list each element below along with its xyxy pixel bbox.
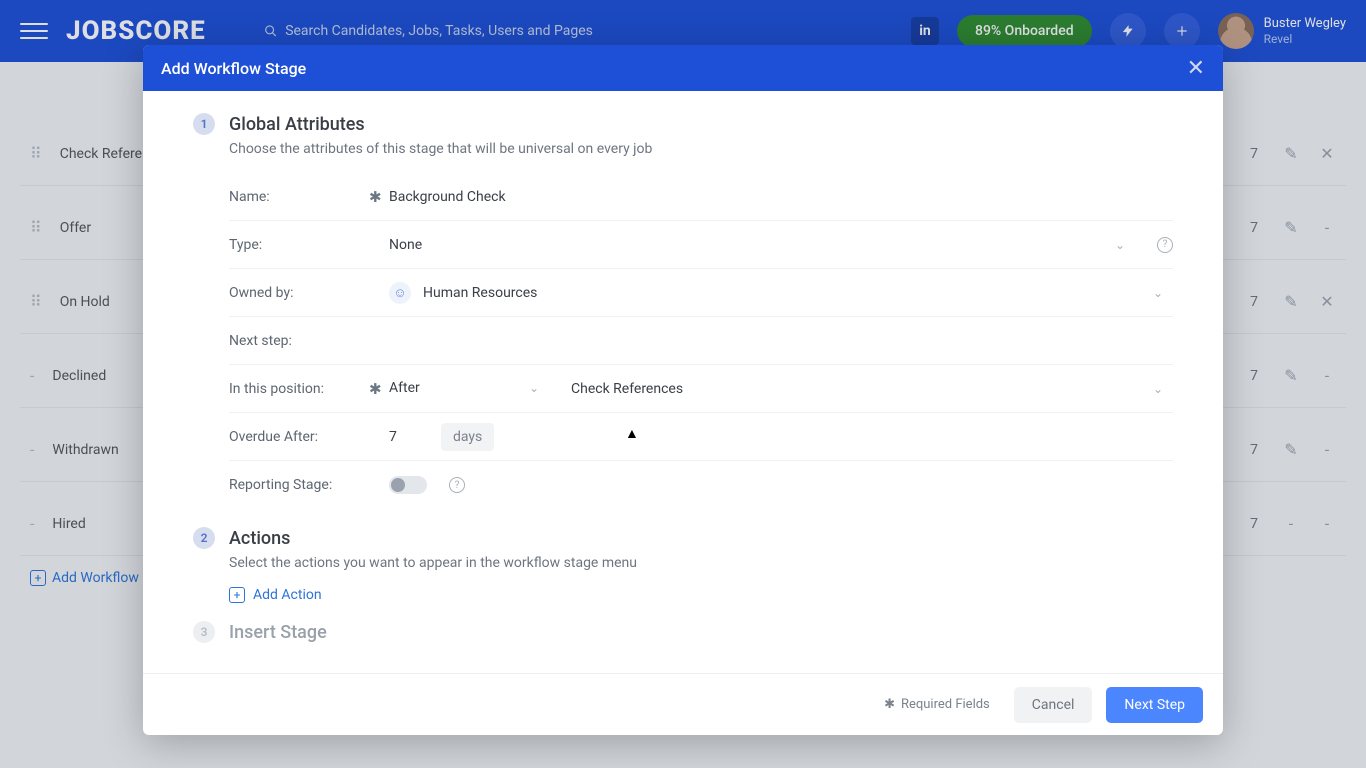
help-icon[interactable]: ? — [1157, 237, 1173, 253]
next-step-button[interactable]: Next Step — [1106, 687, 1203, 723]
chevron-down-icon: ⌄ — [1115, 238, 1125, 252]
required-marker: ✱ — [369, 188, 389, 206]
help-icon[interactable]: ? — [449, 477, 465, 493]
required-note: ✱Required Fields — [884, 697, 990, 712]
reporting-toggle[interactable] — [389, 476, 427, 494]
label-overdue: Overdue After: — [229, 429, 369, 445]
position-relation-select[interactable]: After ⌄ — [389, 380, 539, 397]
section2-title: Actions — [229, 528, 290, 549]
position-reference-select[interactable]: Check References ⌄ — [571, 381, 1173, 397]
overdue-number[interactable]: 7 — [389, 429, 429, 445]
section-actions: 2 Actions — [193, 527, 1173, 549]
section-insert-stage: 3 Insert Stage — [193, 621, 1173, 643]
chevron-down-icon: ⌄ — [529, 381, 539, 395]
modal-title: Add Workflow Stage — [161, 59, 306, 78]
step-badge-2: 2 — [193, 527, 215, 549]
owned-by-select[interactable]: ☺ Human Resources ⌄ — [389, 282, 1173, 304]
team-icon: ☺ — [389, 282, 411, 304]
label-owned-by: Owned by: — [229, 285, 369, 301]
label-reporting: Reporting Stage: — [229, 477, 369, 493]
modal-header: Add Workflow Stage ✕ — [143, 45, 1223, 91]
plus-icon: + — [229, 587, 245, 603]
name-field[interactable]: Background Check — [389, 189, 1173, 205]
chevron-down-icon: ⌄ — [1153, 286, 1163, 300]
overdue-unit: days — [441, 423, 494, 451]
section1-title: Global Attributes — [229, 114, 365, 135]
step-badge-1: 1 — [193, 113, 215, 135]
cancel-button[interactable]: Cancel — [1014, 687, 1093, 723]
label-position: In this position: — [229, 381, 369, 397]
add-workflow-stage-modal: Add Workflow Stage ✕ 1 Global Attributes… — [143, 45, 1223, 735]
close-icon[interactable]: ✕ — [1187, 56, 1205, 81]
required-marker: ✱ — [369, 380, 389, 398]
add-action-button[interactable]: + Add Action — [229, 587, 1173, 603]
label-name: Name: — [229, 189, 369, 205]
label-next-step: Next step: — [229, 333, 369, 349]
section-global-attributes: 1 Global Attributes — [193, 113, 1173, 135]
modal-footer: ✱Required Fields Cancel Next Step — [143, 673, 1223, 735]
chevron-down-icon: ⌄ — [1153, 382, 1163, 396]
section2-desc: Select the actions you want to appear in… — [229, 555, 1173, 571]
section1-desc: Choose the attributes of this stage that… — [229, 141, 1173, 157]
step-badge-3: 3 — [193, 621, 215, 643]
modal-body: 1 Global Attributes Choose the attribute… — [143, 91, 1223, 673]
section3-title: Insert Stage — [229, 622, 327, 643]
type-select[interactable]: None ⌄ — [389, 237, 1135, 253]
label-type: Type: — [229, 237, 369, 253]
